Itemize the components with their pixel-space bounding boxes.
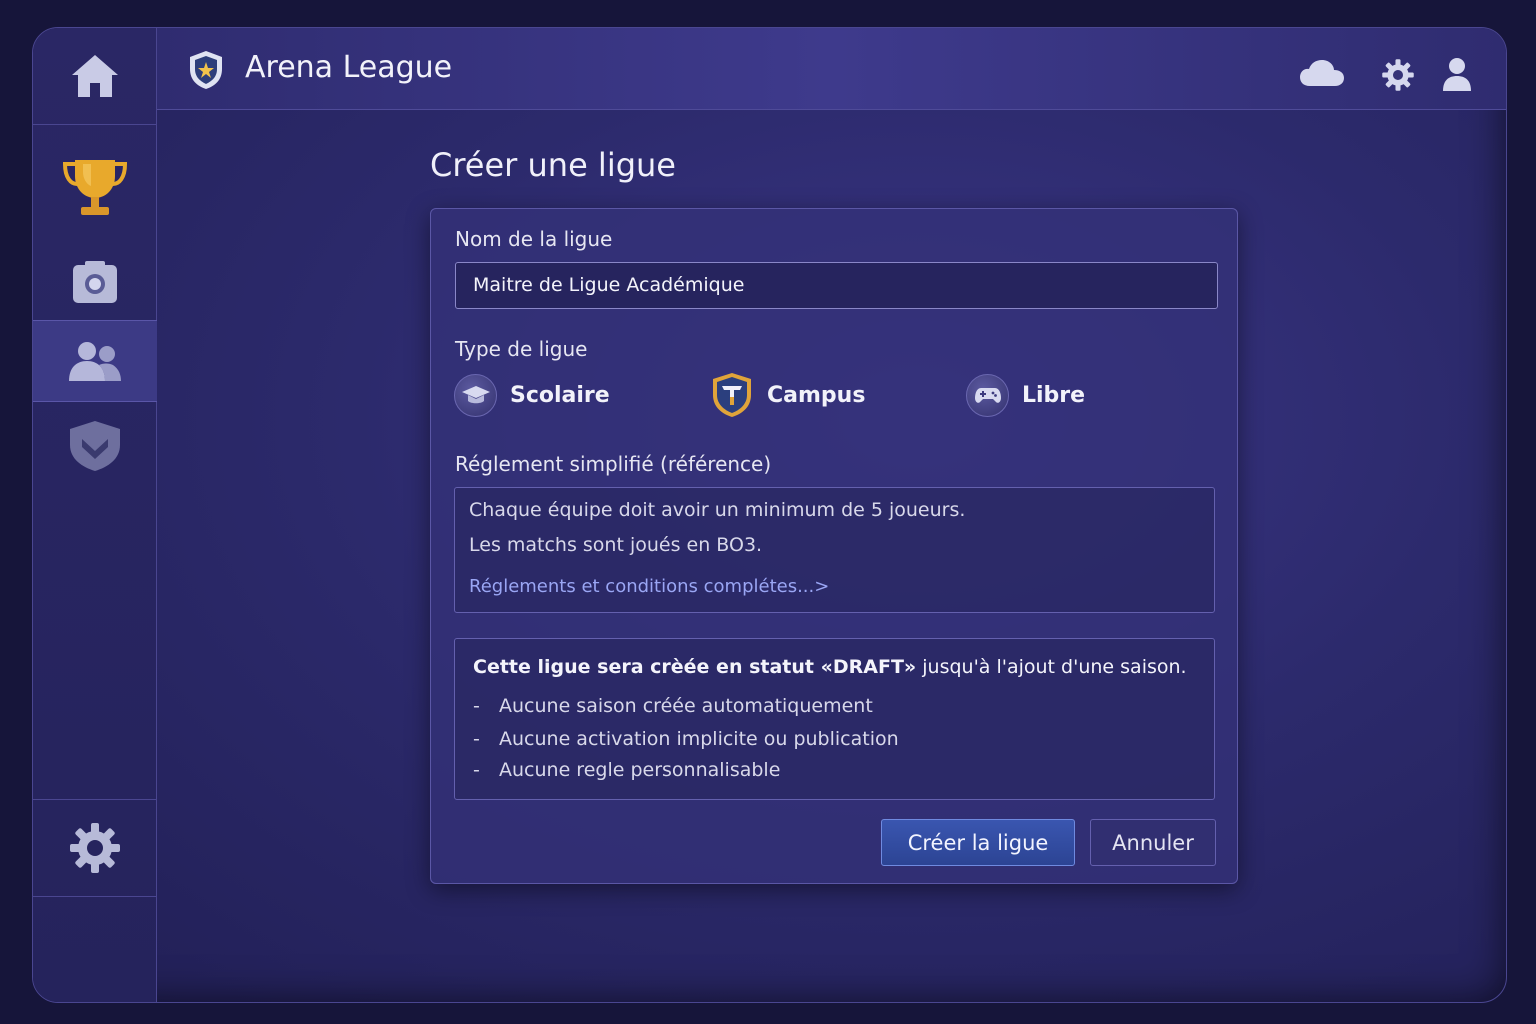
app-frame: Arena League Créer une ligue Nom de la l…: [32, 27, 1507, 1003]
gamepad-icon: [966, 373, 1009, 417]
cloud-icon: [1300, 60, 1344, 86]
type-option-campus[interactable]: Campus: [710, 372, 865, 418]
sidebar-item-settings[interactable]: [33, 800, 157, 896]
trophy-icon: [62, 160, 128, 215]
topbar: Arena League: [157, 28, 1506, 110]
create-league-button[interactable]: Créer la ligue: [881, 819, 1075, 866]
user-icon: [1443, 58, 1471, 91]
app-title: Arena League: [245, 50, 453, 85]
app-logo-icon: [190, 51, 222, 89]
home-icon: [72, 55, 118, 97]
camera-icon: [73, 261, 117, 303]
league-name-label: Nom de la ligue: [455, 227, 613, 251]
rules-line: Chaque équipe doit avoir un minimum de 5…: [469, 499, 966, 521]
graduation-cap-icon: [454, 373, 497, 417]
type-option-label: Libre: [1022, 382, 1086, 408]
shield-emblem-icon: [70, 421, 120, 471]
rules-label: Réglement simplifié (référence): [455, 452, 772, 476]
page-title: Créer une ligue: [430, 146, 676, 184]
notice-headline: Cette ligue sera crèée en statut «DRAFT»…: [473, 656, 1187, 678]
sidebar: [33, 28, 157, 1002]
type-option-label: Scolaire: [510, 382, 610, 408]
rules-box: Chaque équipe doit avoir un minimum de 5…: [454, 487, 1215, 613]
campus-shield-icon: [713, 373, 751, 417]
notice-headline-rest: jusqu'à l'ajout d'une saison.: [916, 656, 1187, 678]
notice-bullet: - Aucune regle personnalisable: [473, 759, 781, 781]
full-rules-link[interactable]: Réglements et conditions complétes...>: [469, 576, 829, 597]
sidebar-item-users[interactable]: [33, 320, 157, 402]
type-option-label: Campus: [767, 382, 866, 408]
gear-icon: [1382, 59, 1414, 91]
sidebar-item-camera[interactable]: [33, 243, 157, 323]
rules-line: Les matchs sont joués en BO3.: [469, 534, 763, 556]
create-league-form: Nom de la ligue Maitre de Ligue Académiq…: [430, 208, 1238, 884]
gear-icon: [70, 823, 120, 873]
users-icon: [69, 342, 121, 381]
league-name-input[interactable]: Maitre de Ligue Académique: [455, 262, 1218, 309]
sidebar-item-emblem[interactable]: [33, 406, 157, 486]
notice-bullet: - Aucune saison créée automatiquement: [473, 695, 873, 717]
profile-button[interactable]: [1441, 56, 1473, 92]
sidebar-item-trophy[interactable]: [33, 138, 157, 238]
cloud-button[interactable]: [1298, 58, 1346, 88]
draft-notice: Cette ligue sera crèée en statut «DRAFT»…: [454, 638, 1215, 800]
league-type-label: Type de ligue: [455, 337, 588, 361]
sidebar-item-home[interactable]: [33, 28, 157, 124]
cancel-button[interactable]: Annuler: [1090, 819, 1216, 866]
type-option-libre[interactable]: Libre: [966, 372, 1085, 418]
settings-button[interactable]: [1381, 58, 1415, 92]
type-option-scolaire[interactable]: Scolaire: [454, 372, 610, 418]
notice-bullet: - Aucune activation implicite ou publicat…: [473, 728, 899, 750]
notice-headline-bold: Cette ligue sera crèée en statut «DRAFT»: [473, 656, 917, 678]
